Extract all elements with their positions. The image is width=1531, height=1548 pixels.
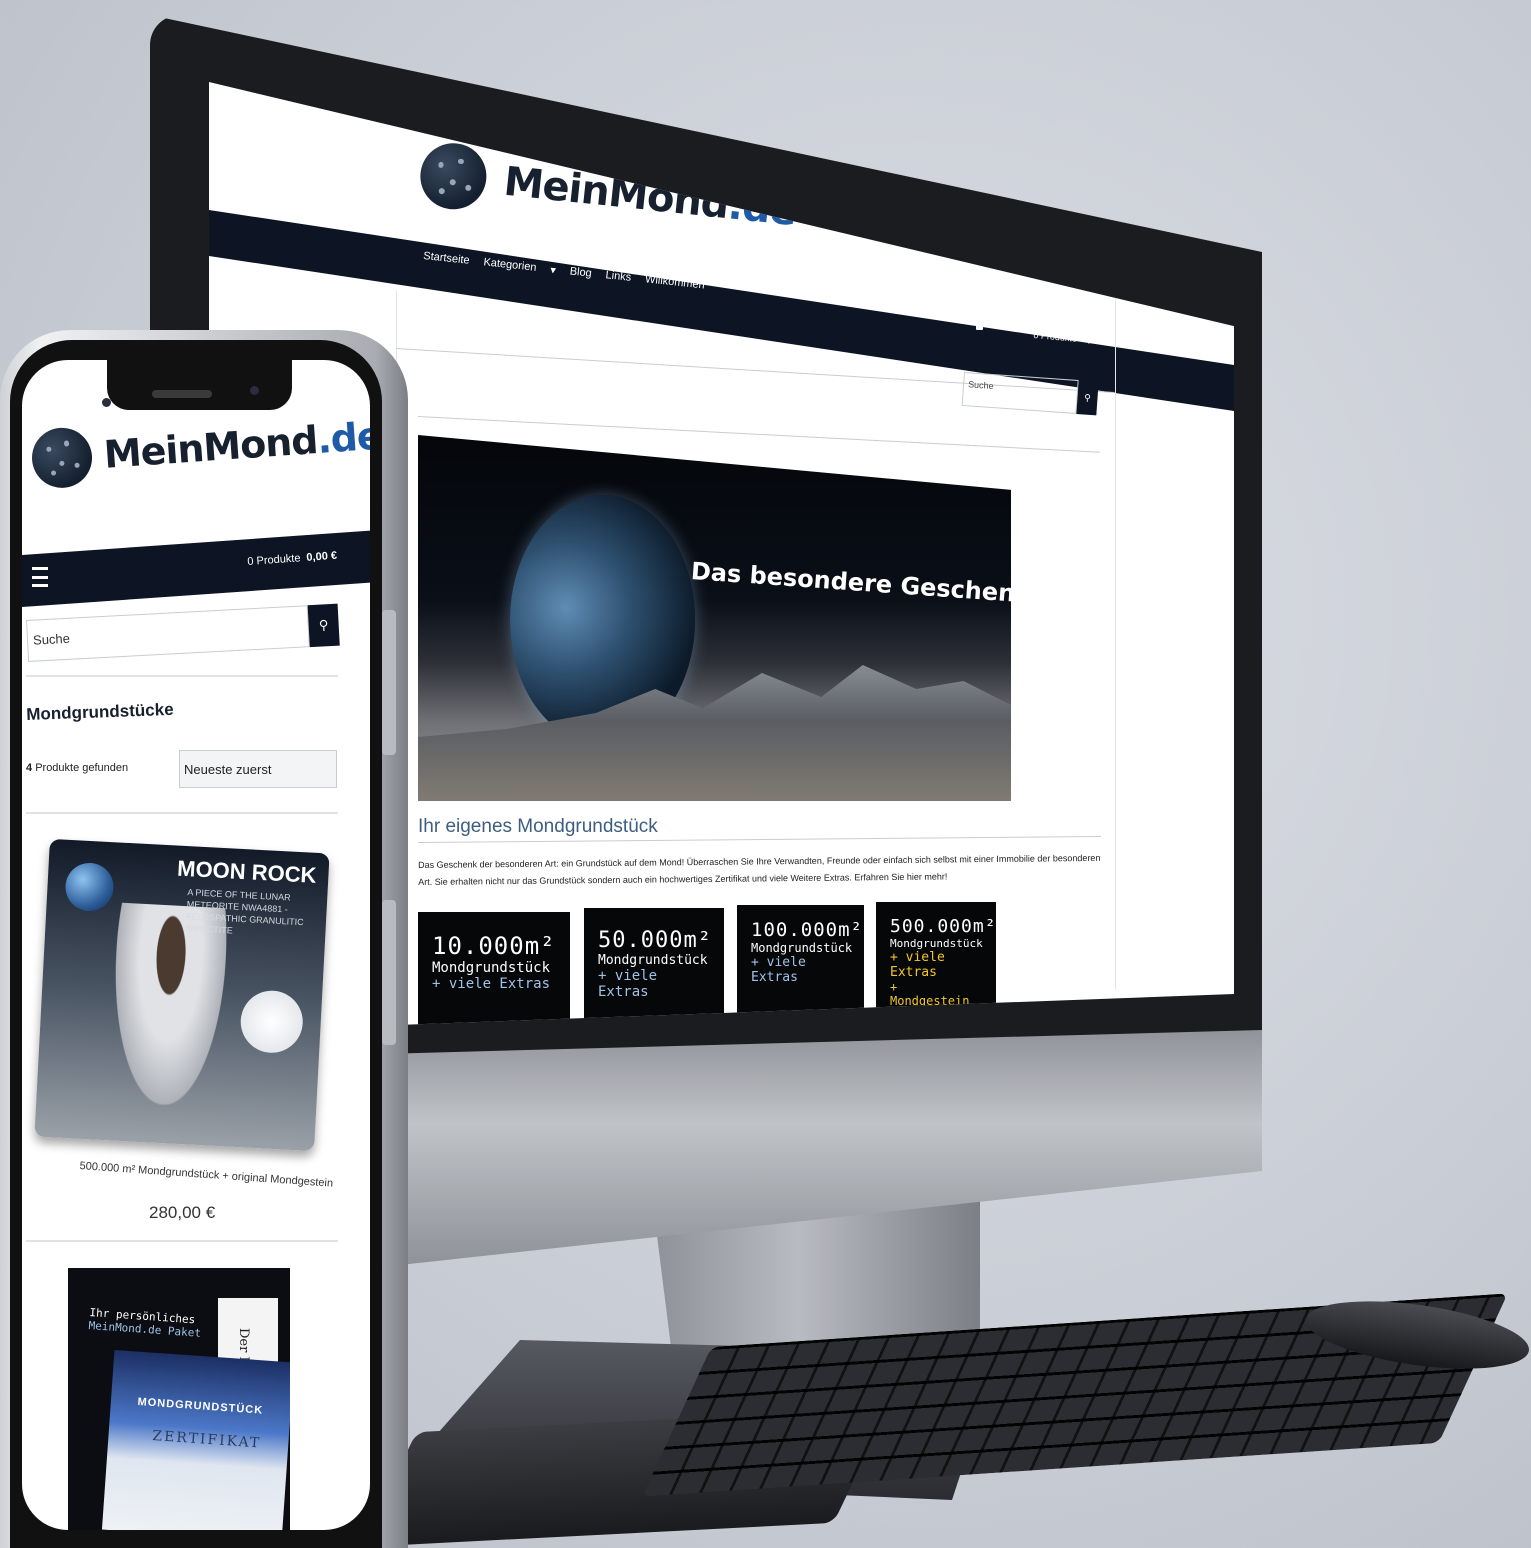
search-icon[interactable]: ⚲ xyxy=(307,603,340,648)
package-title: Ihr persönliches MeinMond.de Paket xyxy=(88,1306,202,1340)
hero-text: Das besondere Geschenk! xyxy=(690,557,1011,610)
moon-rock-sample xyxy=(239,989,305,1055)
image-subtitle: A PIECE OF THE LUNAR METEORITE NWA4881 -… xyxy=(185,887,304,936)
logo-text: MeinMond.de xyxy=(102,413,370,477)
search-icon[interactable]: ⚲ xyxy=(1076,380,1099,416)
mobile-navbar xyxy=(22,530,370,607)
package-10000[interactable]: 10.000m² Mondgrundstück + viele Extras xyxy=(418,912,570,1032)
earth-image xyxy=(64,861,115,913)
search-input[interactable]: Suche xyxy=(26,605,310,662)
divider xyxy=(26,1240,338,1242)
camera-icon xyxy=(102,398,111,407)
speaker-grille xyxy=(152,390,212,398)
product-image-certificate[interactable]: Der M Ihr persönliches MeinMond.de Paket… xyxy=(68,1268,290,1530)
divider xyxy=(26,812,338,814)
category-title: Mondgrundstücke xyxy=(26,699,174,724)
product-price: 280,00 € xyxy=(149,1203,216,1222)
intro-paragraph: Das Geschenk der besonderen Art: ein Gru… xyxy=(418,852,1101,887)
camera-icon xyxy=(250,386,259,395)
hamburger-menu-icon[interactable] xyxy=(32,567,48,587)
chevron-down-icon[interactable]: ▾ xyxy=(550,263,557,277)
hero-banner: Das besondere Geschenk! xyxy=(418,435,1011,801)
moon-surface-image xyxy=(418,665,1011,801)
phone-screen: MeinMond.de 0 Produkte 0,00 € Suche ⚲ Mon… xyxy=(22,360,370,1530)
sort-select[interactable]: Neueste zuerst xyxy=(179,750,337,788)
divider xyxy=(26,675,338,677)
mobile-logo[interactable]: MeinMond.de xyxy=(30,406,370,490)
volume-button xyxy=(382,610,396,755)
nav-blog[interactable]: Blog xyxy=(569,265,592,280)
product-name[interactable]: 500.000 m² Mondgrundstück + original Mon… xyxy=(79,1160,333,1190)
phone-notch xyxy=(107,360,292,410)
nav-links[interactable]: Links xyxy=(605,269,632,285)
volume-button xyxy=(382,900,396,1045)
mobile-search: Suche ⚲ xyxy=(26,603,340,662)
page-heading: Ihr eigenes Mondgrundstück xyxy=(418,816,658,837)
moon-logo-icon xyxy=(30,425,95,490)
package-50000[interactable]: 50.000m² Mondgrundstück + viele Extras xyxy=(584,908,724,1032)
results-count: 4 Produkte gefunden xyxy=(26,762,129,774)
moon-logo-icon xyxy=(417,140,490,213)
image-title: MOON ROCK xyxy=(176,855,318,888)
cart-total: 0,00 € xyxy=(306,549,338,564)
product-image-moon-rock[interactable]: MOON ROCK A PIECE OF THE LUNAR METEORITE… xyxy=(34,838,330,1152)
